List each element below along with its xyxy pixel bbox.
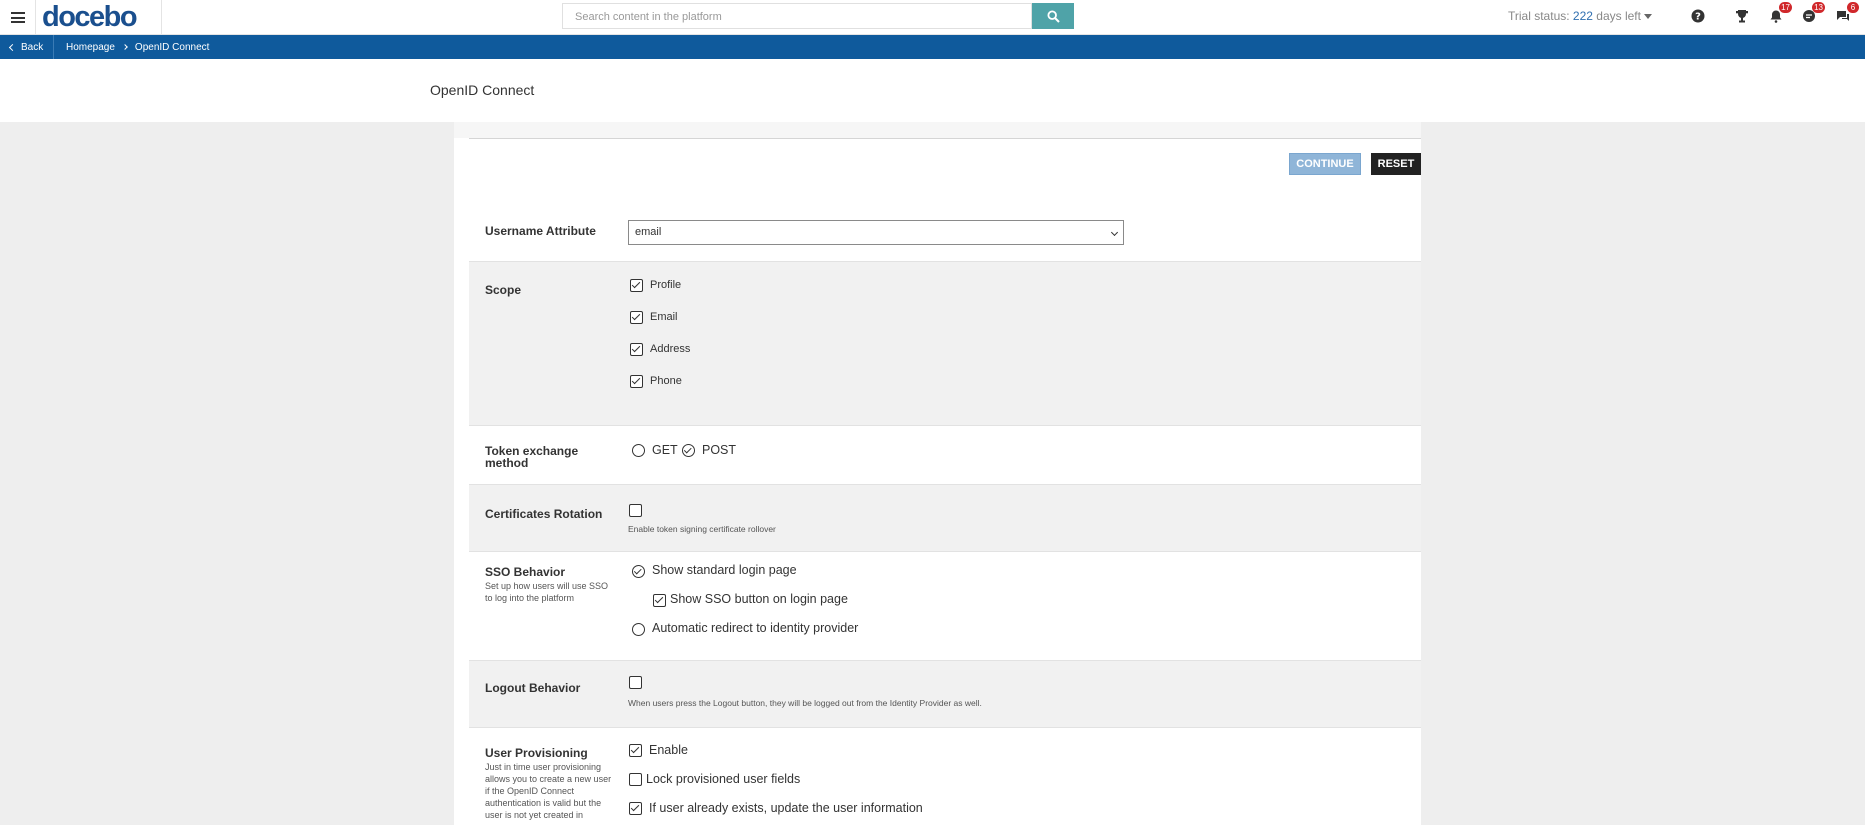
trial-status[interactable]: Trial status: 222 days left xyxy=(1508,9,1652,23)
trial-prefix: Trial status: xyxy=(1508,9,1573,23)
sso-standard-login-radio[interactable] xyxy=(632,565,645,578)
update-existing-checkbox[interactable] xyxy=(629,802,642,815)
sso-button-checkbox[interactable] xyxy=(653,594,666,607)
scope-email-checkbox[interactable] xyxy=(630,311,643,324)
logout-behavior-row: Logout Behavior When users press the Log… xyxy=(469,660,1421,728)
trial-days: 222 xyxy=(1572,9,1593,23)
username-attribute-row: Username Attribute email xyxy=(469,214,1421,252)
messages-icon[interactable]: 13 xyxy=(1800,2,1825,25)
sso-button-label: Show SSO button on login page xyxy=(670,592,848,606)
certificates-rotation-row: Certificates Rotation Enable token signi… xyxy=(469,484,1421,552)
top-navigation-bar: docebo Search content in the platform Tr… xyxy=(0,0,1865,35)
token-post-radio[interactable] xyxy=(682,444,695,457)
provisioning-enable-label: Enable xyxy=(649,743,688,757)
breadcrumb-homepage[interactable]: Homepage xyxy=(66,42,115,53)
scope-row: Scope Profile Email Address Phone xyxy=(469,261,1421,426)
chevron-right-icon xyxy=(122,44,128,50)
sso-auto-redirect-label: Automatic redirect to identity provider xyxy=(652,621,859,635)
reset-button[interactable]: RESET xyxy=(1371,153,1421,175)
scope-profile-label: Profile xyxy=(650,279,682,291)
logout-behavior-label: Logout Behavior xyxy=(485,681,581,695)
page-header: OpenID Connect xyxy=(0,59,1865,122)
continue-button[interactable]: CONTINUE xyxy=(1289,153,1361,175)
certificates-rotation-label: Certificates Rotation xyxy=(485,507,603,521)
sso-behavior-description: Set up how users will use SSO to log int… xyxy=(485,581,609,603)
scope-address-label: Address xyxy=(650,343,691,355)
sso-behavior-row: SSO Behavior Set up how users will use S… xyxy=(469,553,1421,646)
token-exchange-row: Token exchange method GET POST xyxy=(469,427,1421,483)
bell-icon[interactable]: 17 xyxy=(1767,2,1792,25)
chevron-left-icon xyxy=(8,43,17,51)
scope-label: Scope xyxy=(485,283,522,297)
token-get-radio[interactable] xyxy=(632,444,645,457)
trial-suffix: days left xyxy=(1592,9,1641,23)
openid-settings-panel: CONTINUE RESET Username Attribute email … xyxy=(454,122,1421,825)
search-input[interactable]: Search content in the platform xyxy=(562,3,1032,29)
scope-phone-checkbox[interactable] xyxy=(630,375,643,388)
chat-count: 6 xyxy=(1847,2,1859,13)
panel-top-strip xyxy=(454,122,1421,138)
lock-fields-label: Lock provisioned user fields xyxy=(646,772,801,786)
logout-behavior-checkbox[interactable] xyxy=(629,676,642,689)
logo[interactable]: docebo xyxy=(42,1,138,34)
search-icon xyxy=(1046,9,1060,23)
menu-icon[interactable] xyxy=(0,0,36,35)
update-existing-label: If user already exists, update the user … xyxy=(649,801,923,815)
lock-fields-checkbox[interactable] xyxy=(629,773,642,786)
logout-behavior-help: When users press the Logout button, they… xyxy=(628,698,982,708)
divider xyxy=(469,138,1421,139)
messages-count: 13 xyxy=(1812,2,1825,13)
token-get-label: GET xyxy=(652,443,678,457)
scope-email-label: Email xyxy=(650,311,678,323)
certificates-rotation-help: Enable token signing certificate rollove… xyxy=(628,524,776,534)
breadcrumb-current: OpenID Connect xyxy=(134,41,210,53)
help-icon[interactable]: ? xyxy=(1689,7,1707,25)
divider xyxy=(161,0,162,35)
certificates-rotation-checkbox[interactable] xyxy=(629,504,642,517)
username-attribute-select[interactable]: email xyxy=(628,220,1124,245)
scope-address-checkbox[interactable] xyxy=(630,343,643,356)
scope-profile-checkbox[interactable] xyxy=(630,279,643,292)
user-provisioning-description: Just in time user provisioning allows yo… xyxy=(485,762,612,820)
page-title: OpenID Connect xyxy=(430,82,535,98)
username-attribute-value: email xyxy=(635,226,662,238)
token-post-label: POST xyxy=(702,443,737,457)
scope-phone-label: Phone xyxy=(650,375,682,387)
sso-standard-login-label: Show standard login page xyxy=(652,563,797,577)
token-exchange-label: Token exchange method xyxy=(485,444,579,470)
back-button[interactable]: Back xyxy=(0,35,54,59)
back-label: Back xyxy=(21,41,44,53)
search-button[interactable] xyxy=(1032,3,1074,29)
svg-text:?: ? xyxy=(1695,12,1701,23)
user-provisioning-label: User Provisioning xyxy=(485,746,588,760)
sso-behavior-label: SSO Behavior xyxy=(485,565,566,579)
username-attribute-label: Username Attribute xyxy=(485,224,596,238)
trophy-icon[interactable] xyxy=(1733,7,1751,25)
breadcrumb: Back Homepage OpenID Connect xyxy=(0,35,1865,59)
chevron-down-icon xyxy=(1110,228,1119,237)
provisioning-enable-checkbox[interactable] xyxy=(629,744,642,757)
notification-count: 17 xyxy=(1779,2,1792,13)
chevron-down-icon xyxy=(1643,14,1652,20)
user-provisioning-row: User Provisioning Just in time user prov… xyxy=(469,729,1421,825)
sso-auto-redirect-radio[interactable] xyxy=(632,623,645,636)
chat-icon[interactable]: 6 xyxy=(1834,2,1859,25)
